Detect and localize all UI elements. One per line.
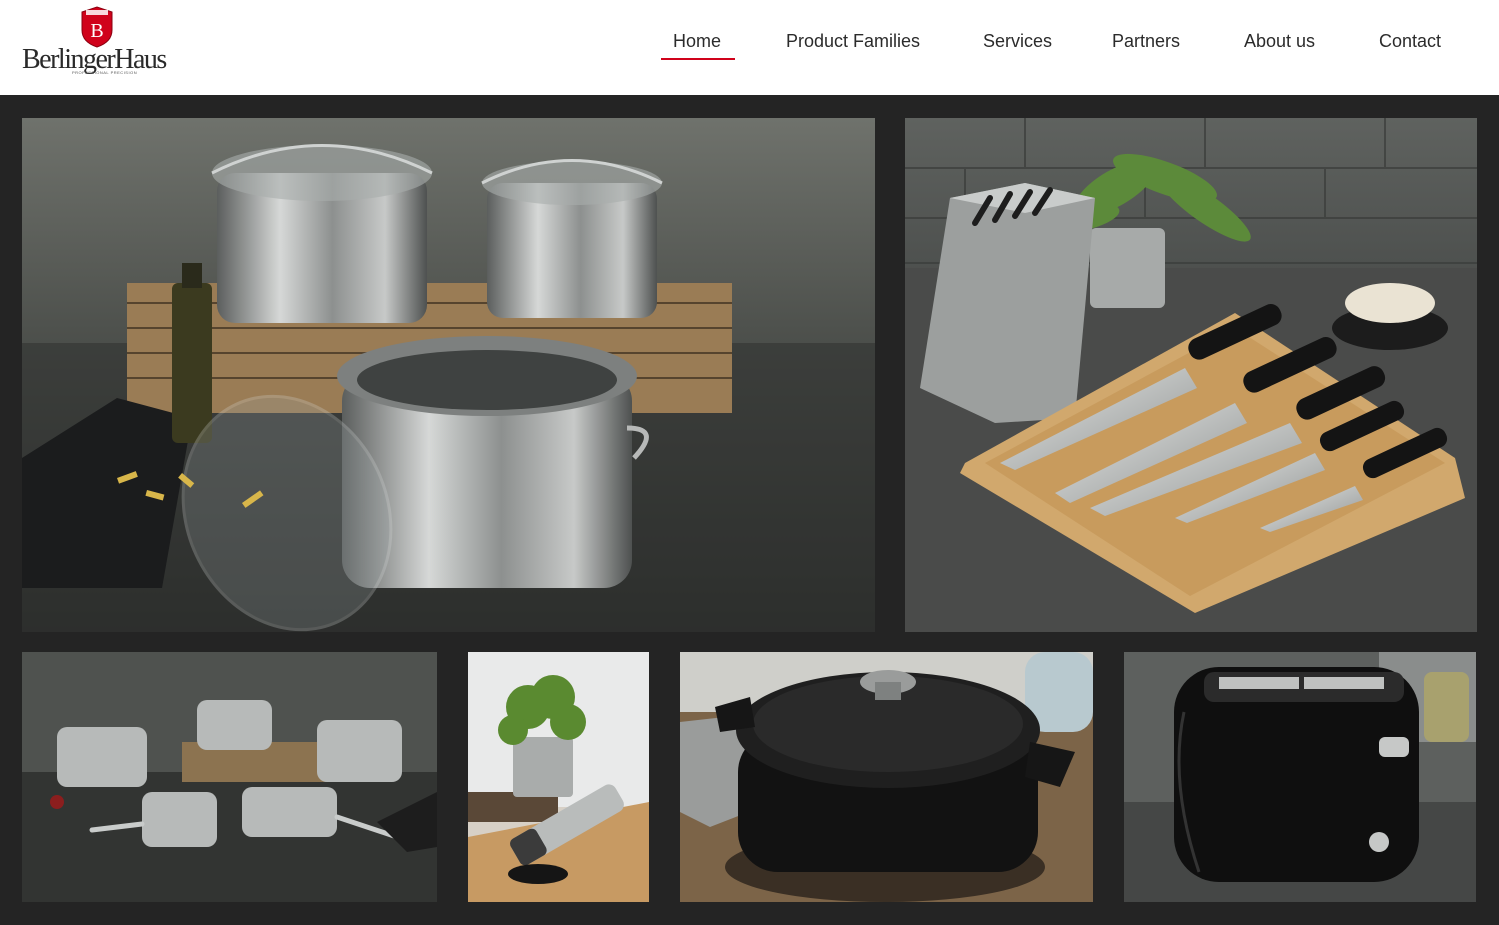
nav-services[interactable]: Services (983, 31, 1052, 52)
nav-about-us[interactable]: About us (1244, 31, 1315, 52)
cookware-set-image (22, 652, 437, 902)
nav-active-indicator (661, 58, 735, 60)
main-navigation: Home Product Families Services Partners … (0, 0, 1499, 95)
pot-set-image (22, 118, 875, 632)
site-header: B BerlingerHaus PROFESSIONAL PRECISION H… (0, 0, 1499, 95)
nav-product-families[interactable]: Product Families (786, 31, 920, 52)
tile-pepper-mill[interactable] (468, 652, 649, 902)
toaster-image (1124, 652, 1476, 902)
tile-pot-set[interactable] (22, 118, 875, 632)
tile-cast-iron-casserole[interactable] (680, 652, 1093, 902)
nav-contact[interactable]: Contact (1379, 31, 1441, 52)
tile-toaster[interactable] (1124, 652, 1476, 902)
nav-home[interactable]: Home (673, 31, 721, 52)
tile-cookware-set[interactable] (22, 652, 437, 902)
casserole-image (680, 652, 1093, 902)
knife-set-image (905, 118, 1477, 632)
pepper-mill-image (468, 652, 649, 902)
nav-partners[interactable]: Partners (1112, 31, 1180, 52)
tile-knife-set[interactable] (905, 118, 1477, 632)
